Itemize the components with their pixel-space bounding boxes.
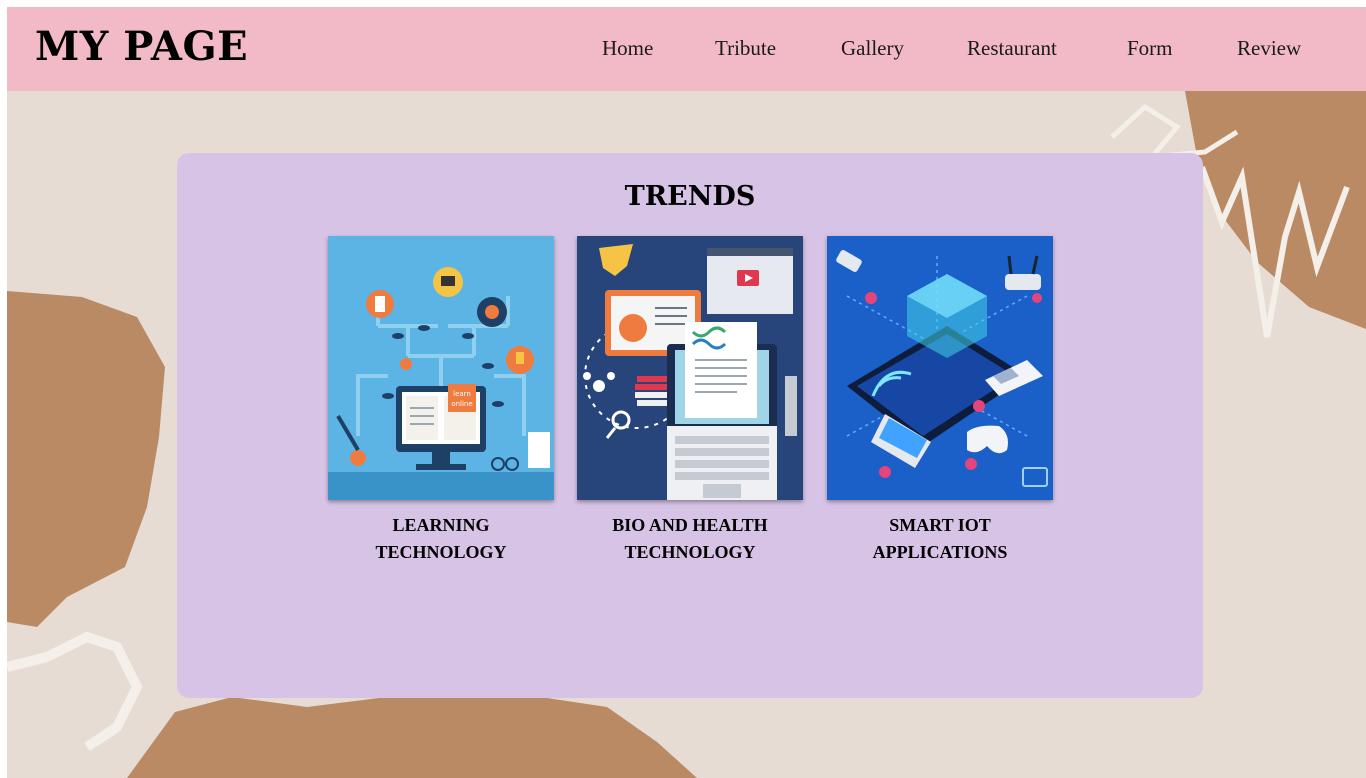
page-frame: MY PAGE Home Tribute Gallery Restaurant … [7, 7, 1366, 778]
nav-link-tribute[interactable]: Tribute [715, 36, 776, 61]
trend-card-iot[interactable]: SMART IOT APPLICATIONS [827, 236, 1053, 566]
svg-text:online: online [451, 400, 472, 408]
nav-link-form[interactable]: Form [1127, 36, 1173, 61]
trend-card-biotech[interactable]: BIO AND HEALTH TECHNOLOGY [577, 236, 803, 566]
iot-illustration-icon[interactable] [827, 236, 1053, 500]
nav-link-review[interactable]: Review [1237, 36, 1301, 61]
section-title: TRENDS [624, 181, 756, 212]
trend-card-caption: SMART IOT APPLICATIONS [872, 515, 1008, 562]
nav-link-restaurant[interactable]: Restaurant [967, 36, 1057, 61]
trend-card-caption: LEARNING TECHNOLOGY [375, 515, 507, 562]
trend-card-caption: BIO AND HEALTH TECHNOLOGY [612, 515, 768, 562]
learning-illustration-icon[interactable]: learn online [328, 236, 554, 500]
trend-card-learning[interactable]: learn online LEARNING TECHNOLOGY [328, 236, 554, 566]
nav-link-gallery[interactable]: Gallery [841, 36, 904, 61]
biotech-illustration-icon[interactable] [577, 236, 803, 500]
trends-panel: TRENDS learn online LEARNING TECHNOLOGY … [177, 153, 1203, 698]
nav-link-home[interactable]: Home [602, 36, 653, 61]
svg-text:learn: learn [453, 390, 471, 398]
brand-logo[interactable]: MY PAGE [35, 23, 248, 70]
navbar: MY PAGE Home Tribute Gallery Restaurant … [7, 7, 1366, 91]
